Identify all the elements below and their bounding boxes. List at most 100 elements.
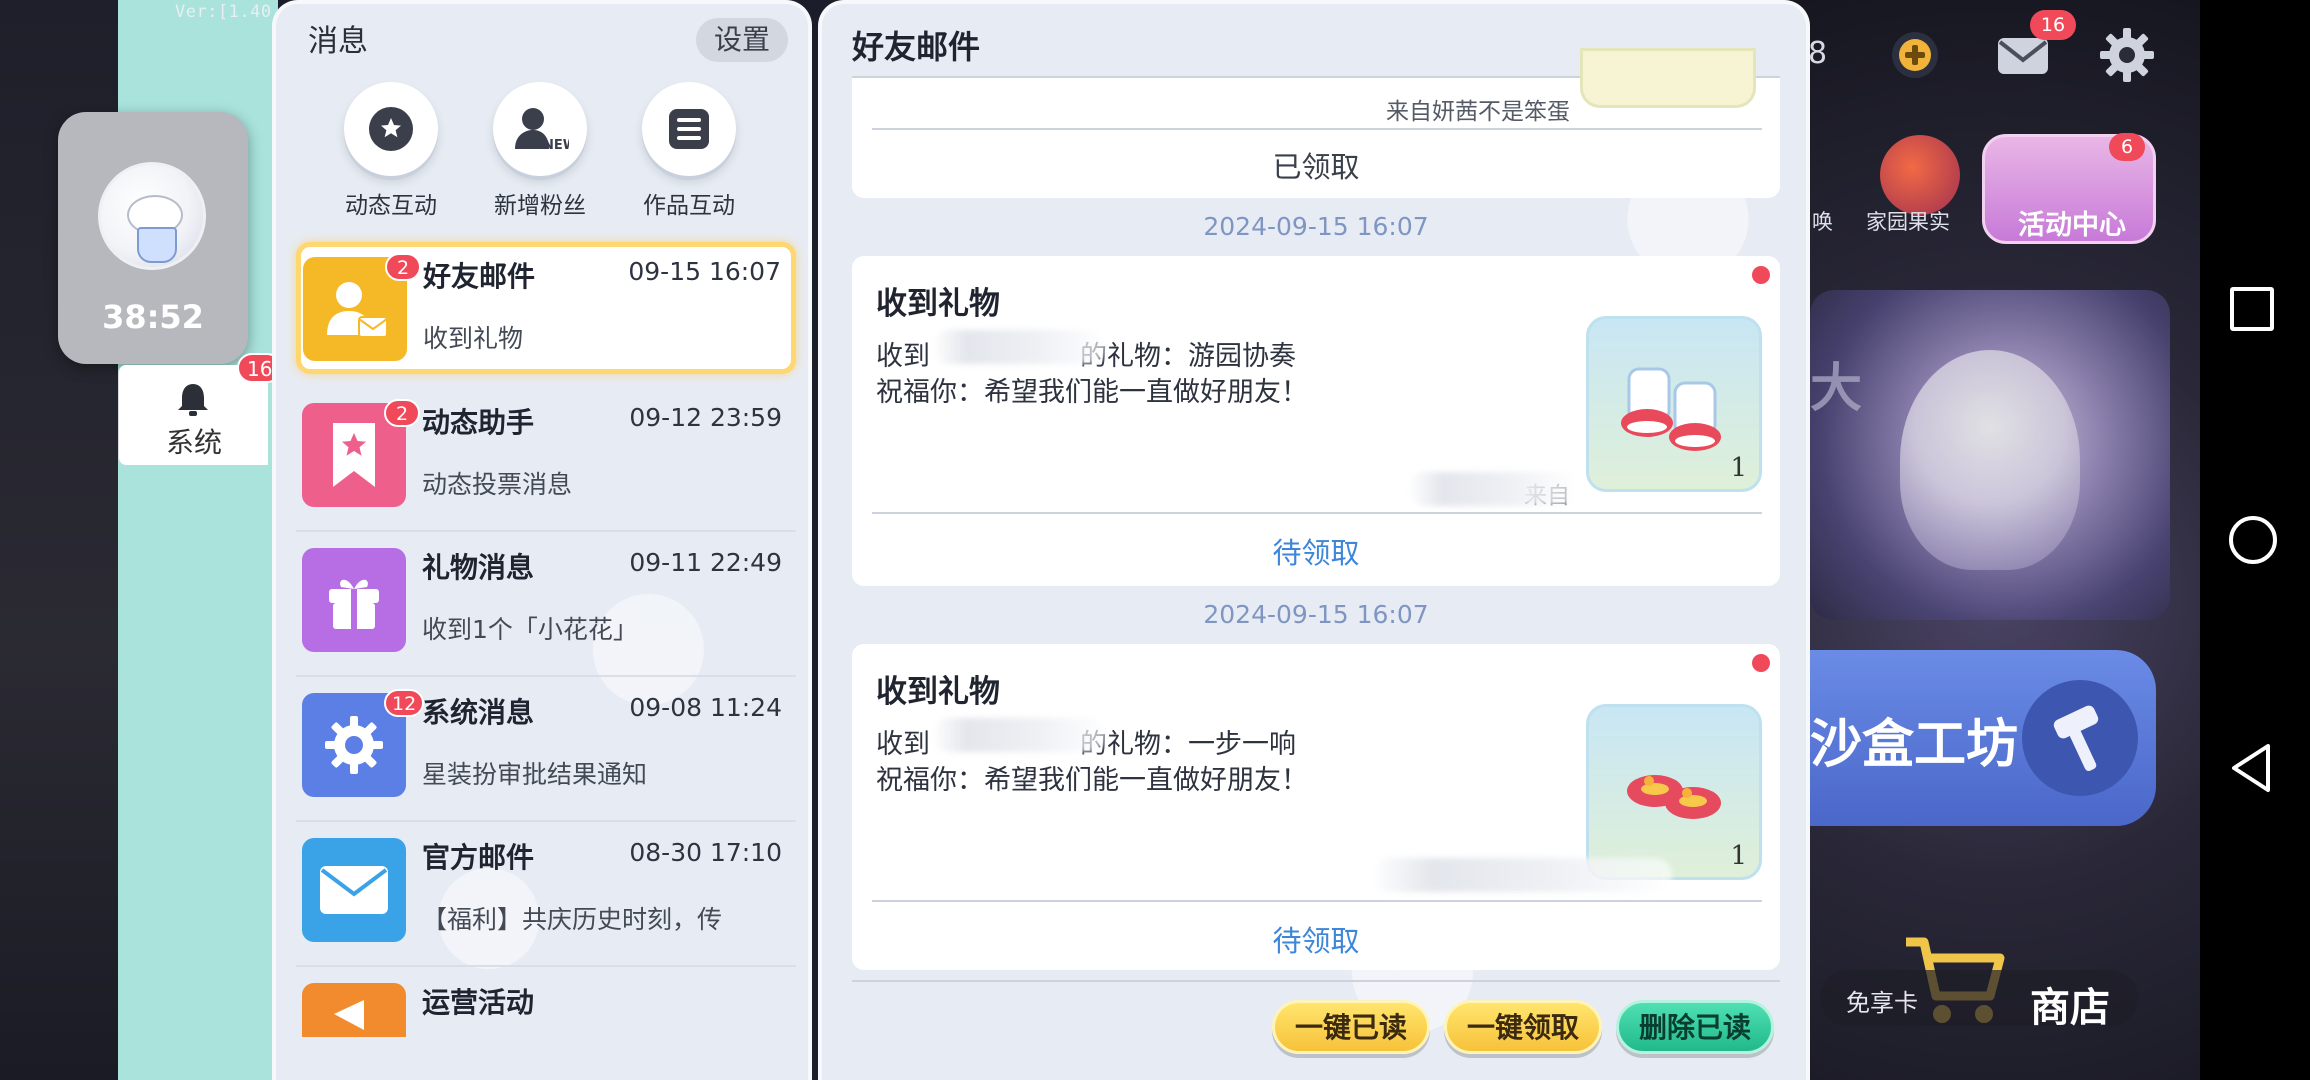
tab-system[interactable]: 系统 16 — [118, 353, 283, 465]
divider — [852, 980, 1780, 982]
message-item-preview: 收到1个「小花花」 — [422, 615, 638, 644]
quick-action-work-interaction[interactable]: 作品互动 — [624, 82, 754, 220]
line1-prefix: 收到 — [876, 341, 930, 372]
privacy-blur — [1408, 472, 1578, 506]
unread-badge: 2 — [385, 253, 421, 281]
claimed-status: 已领取 — [1272, 150, 1360, 184]
mail-card-title: 收到礼物 — [876, 674, 1000, 710]
floating-timer[interactable]: 38:52 — [58, 112, 248, 364]
message-item-name: 运营活动 — [422, 986, 535, 1019]
mail-card-gift: 收到礼物 收到的礼物：游园协奏 祝福你：希望我们能一直做好朋友！ 1 来自 待领… — [852, 256, 1780, 586]
avatar — [98, 162, 206, 270]
messages-panel: 消息 设置 动态互动 NEW 新增粉丝 作品互动 2 好友邮件 09-15 16… — [272, 0, 812, 1080]
event-center-button[interactable]: 活动中心 6 — [1982, 133, 2156, 244]
message-item-name: 官方邮件 — [422, 841, 535, 874]
message-item-gift-message[interactable]: 礼物消息 09-11 22:49 收到1个「小花花」 — [296, 532, 796, 677]
banner-text: 大 — [1810, 359, 1863, 419]
mail-icon[interactable] — [1996, 34, 2050, 78]
mail-sender: 来自妍茜不是笨蛋 — [1386, 99, 1570, 125]
claim-button[interactable]: 待领取 — [852, 918, 1780, 960]
message-item-dynamic-assistant[interactable]: 2 动态助手 09-12 23:59 动态投票消息 — [296, 387, 796, 532]
unread-dot — [1752, 266, 1770, 284]
list-icon — [642, 82, 736, 176]
message-item-preview: 星装扮审批结果通知 — [422, 760, 648, 789]
home-icon[interactable] — [2229, 516, 2277, 564]
message-item-time: 09-08 11:24 — [629, 693, 782, 722]
home-fruit-icon[interactable] — [1880, 135, 1960, 215]
settings-button[interactable]: 设置 — [696, 18, 788, 62]
divider — [872, 128, 1762, 130]
privacy-blur — [932, 718, 1107, 752]
mail-card-gift: 收到礼物 收到 的礼物：一步一响 祝福你：希望我们能一直做好朋友！ 1 待领取 — [852, 644, 1780, 970]
divider — [872, 900, 1762, 902]
megaphone-icon — [302, 983, 406, 1037]
tab-system-label: 系统 — [165, 426, 222, 459]
recent-apps-icon[interactable] — [2230, 287, 2274, 331]
message-item-system-message[interactable]: 12 系统消息 09-08 11:24 星装扮审批结果通知 — [296, 677, 796, 822]
quick-action-label: 新增粉丝 — [494, 193, 586, 219]
mail-date: 2024-09-15 16:07 — [1203, 600, 1429, 629]
back-icon[interactable] — [2228, 742, 2276, 794]
sandbox-workshop-button[interactable]: 沙盒工坊 — [1810, 650, 2156, 826]
svg-text:NEW: NEW — [543, 138, 569, 153]
line1-prefix: 收到 — [876, 729, 930, 760]
plus-icon — [1899, 39, 1931, 71]
mail-panel-title: 好友邮件 — [852, 28, 981, 66]
card-label[interactable]: 免享卡 — [1846, 983, 1918, 1018]
quick-action-dynamic-interaction[interactable]: 动态互动 — [326, 82, 456, 220]
item-quantity: 1 — [1730, 841, 1747, 871]
item-quantity: 1 — [1730, 453, 1747, 483]
claim-all-button[interactable]: 一键领取 — [1444, 1000, 1602, 1054]
claim-button[interactable]: 待领取 — [852, 530, 1780, 572]
event-center-badge: 6 — [2109, 133, 2145, 161]
unread-badge: 12 — [384, 689, 425, 717]
mail-card-claimed: 来自妍茜不是笨蛋 已领取 — [852, 48, 1780, 198]
character-image — [1900, 350, 2080, 570]
unread-dot — [1752, 654, 1770, 672]
message-item-preview: 【福利】共庆历史时刻，传 — [422, 905, 723, 934]
sandbox-label: 沙盒工坊 — [1810, 715, 2019, 775]
message-item-name: 礼物消息 — [422, 551, 535, 584]
mark-all-read-button[interactable]: 一键已读 — [1272, 1000, 1430, 1054]
bell-icon — [178, 384, 208, 416]
line1-suffix: 的礼物：游园协奏 — [1080, 341, 1296, 372]
character-poster[interactable] — [1810, 290, 2170, 620]
quick-action-label: 作品互动 — [643, 193, 735, 219]
message-item-preview: 收到礼物 — [423, 324, 524, 353]
currency-value: 8 — [1808, 36, 1828, 71]
quick-action-new-fans[interactable]: NEW 新增粉丝 — [475, 82, 605, 220]
chat-bubble-icon — [344, 82, 438, 176]
mail-card-blessing: 祝福你：希望我们能一直做好朋友！ — [876, 377, 1308, 408]
message-item-name: 动态助手 — [422, 406, 535, 439]
shop-label: 商店 — [2030, 985, 2110, 1031]
message-item-time: 09-15 16:07 — [628, 257, 781, 286]
add-currency-button[interactable] — [1892, 32, 1938, 78]
bell-shoes-icon: 1 — [1586, 704, 1762, 880]
hud-label-summon[interactable]: 唤 — [1812, 206, 1833, 236]
message-item-friend-mail[interactable]: 2 好友邮件 09-15 16:07 收到礼物 — [296, 242, 796, 374]
unread-badge: 2 — [384, 399, 420, 427]
settings-gear-icon[interactable] — [2098, 26, 2156, 84]
message-item-official-mail[interactable]: 官方邮件 08-30 17:10 【福利】共庆历史时刻，传 — [296, 822, 796, 967]
delete-read-button[interactable]: 删除已读 — [1616, 1000, 1774, 1054]
hammer-icon — [2022, 680, 2138, 796]
envelope-icon — [302, 838, 406, 942]
message-item-preview: 动态投票消息 — [422, 470, 573, 499]
privacy-blur — [1372, 858, 1672, 892]
avatar-cup — [137, 227, 177, 263]
privacy-blur — [932, 330, 1107, 364]
home-fruit-label[interactable]: 家园果实 — [1866, 206, 1950, 236]
shop-bar[interactable]: 免享卡 商店 — [1820, 970, 2138, 1031]
mail-date: 2024-09-15 16:07 — [1203, 212, 1429, 241]
mail-card-title: 收到礼物 — [876, 286, 1000, 322]
message-list: 2 好友邮件 09-15 16:07 收到礼物 2 动态助手 09-12 23:… — [296, 242, 796, 1037]
quick-action-label: 动态互动 — [345, 193, 437, 219]
new-fan-icon: NEW — [493, 82, 587, 176]
mail-card-blessing: 祝福你：希望我们能一直做好朋友！ — [876, 765, 1308, 796]
mail-badge: 16 — [2030, 10, 2076, 40]
message-item-operation-activity[interactable]: 运营活动 — [296, 967, 796, 1037]
gift-item-thumbnail — [1580, 48, 1756, 108]
event-center-label: 活动中心 — [2018, 210, 2126, 241]
message-item-time: 09-12 23:59 — [629, 403, 782, 432]
timer-value: 38:52 — [102, 298, 204, 336]
